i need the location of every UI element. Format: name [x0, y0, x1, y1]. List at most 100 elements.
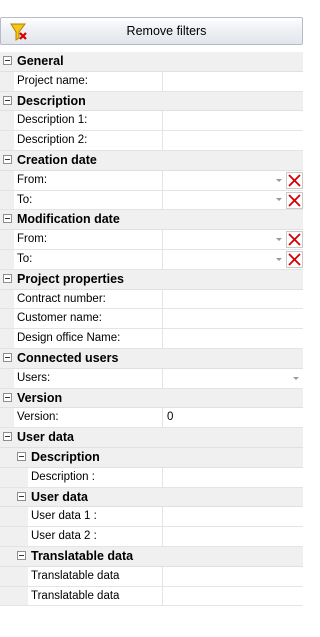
property-row-description-2[interactable]: Description 2: [0, 131, 303, 151]
collapse-toggle-icon[interactable] [17, 550, 26, 560]
user-description-field[interactable] [162, 467, 303, 487]
category-title: Version [17, 390, 63, 405]
property-label: Translatable data [31, 569, 120, 582]
version-field[interactable]: 0 [162, 408, 303, 428]
user-data-1-field[interactable] [162, 507, 303, 527]
property-label: Project name: [17, 74, 88, 87]
property-row-design-office-name[interactable]: Design office Name: [0, 329, 303, 349]
subcategory-translatable-data[interactable]: Translatable data [0, 546, 303, 567]
category-connected-users[interactable]: Connected users [0, 348, 303, 369]
category-title: Modification date [17, 212, 120, 227]
collapse-toggle-icon[interactable] [3, 56, 12, 65]
translatable-data-2-field[interactable] [162, 586, 303, 606]
collapse-toggle-icon[interactable] [3, 214, 12, 224]
clear-modification-to-button[interactable] [286, 250, 303, 268]
collapse-toggle-icon[interactable] [3, 352, 12, 362]
property-row-user-data-2[interactable]: User data 2 : [0, 527, 303, 547]
user-data-2-field[interactable] [162, 527, 303, 546]
modification-to-date-field[interactable] [162, 249, 286, 269]
description-1-field[interactable] [162, 111, 303, 131]
property-label: From: [17, 173, 48, 186]
property-label: To: [17, 193, 33, 206]
category-description[interactable]: Description [0, 91, 303, 112]
close-icon [288, 193, 301, 207]
creation-to-date-field[interactable] [162, 190, 286, 210]
property-label: Users: [17, 371, 51, 384]
category-title: Translatable data [31, 548, 134, 563]
property-row-modification-from[interactable]: From: [0, 230, 303, 250]
close-icon [288, 233, 301, 246]
users-dropdown[interactable] [162, 368, 303, 388]
category-title: General [17, 54, 64, 68]
property-row-user-data-1[interactable]: User data 1 : [0, 507, 303, 528]
category-general[interactable]: General [0, 52, 303, 72]
clear-modification-from-button[interactable] [286, 231, 303, 249]
category-title: User data [31, 489, 88, 504]
collapse-toggle-icon[interactable] [3, 95, 12, 105]
property-row-translatable-2[interactable]: Translatable data [0, 586, 303, 607]
chevron-down-icon[interactable] [272, 230, 286, 249]
collapse-toggle-icon[interactable] [3, 392, 12, 402]
translatable-data-1-field[interactable] [162, 566, 303, 586]
property-row-customer-name[interactable]: Customer name: [0, 309, 303, 330]
category-title: User data [17, 430, 74, 445]
project-name-field[interactable] [162, 71, 303, 91]
collapse-toggle-icon[interactable] [3, 154, 12, 164]
close-icon [288, 174, 301, 187]
property-row-project-name[interactable]: Project name: [0, 71, 303, 92]
property-label: Customer name: [17, 312, 103, 325]
property-label: To: [17, 252, 33, 265]
collapse-toggle-icon[interactable] [17, 491, 26, 501]
filter-panel: Remove filters General Project name: Des… [0, 0, 303, 637]
property-label: Description : [31, 470, 95, 483]
property-label: User data 2 : [31, 530, 97, 543]
close-icon [288, 253, 301, 266]
category-title: Creation date [17, 152, 97, 167]
property-row-user-description[interactable]: Description : [0, 467, 303, 488]
description-2-field[interactable] [162, 131, 303, 150]
subcategory-description[interactable]: Description [0, 447, 303, 468]
property-label: Design office Name: [17, 332, 121, 345]
clear-creation-from-button[interactable] [286, 171, 303, 189]
property-label: From: [17, 233, 48, 246]
category-user-data[interactable]: User data [0, 428, 303, 448]
collapse-toggle-icon[interactable] [17, 451, 26, 461]
chevron-down-icon[interactable] [272, 191, 286, 210]
collapse-toggle-icon[interactable] [3, 273, 12, 283]
collapse-toggle-icon[interactable] [3, 432, 12, 442]
remove-filters-button[interactable]: Remove filters [0, 17, 303, 45]
property-label: Description 2: [17, 134, 88, 147]
category-modification-date[interactable]: Modification date [0, 210, 303, 231]
subcategory-user-data[interactable]: User data [0, 487, 303, 508]
property-label: Translatable data [31, 589, 120, 602]
property-label: Contract number: [17, 292, 106, 305]
property-row-contract-number[interactable]: Contract number: [0, 289, 303, 310]
category-title: Connected users [17, 350, 119, 365]
category-project-properties[interactable]: Project properties [0, 269, 303, 290]
property-row-creation-to[interactable]: To: [0, 190, 303, 211]
property-grid: General Project name: Description Descri… [0, 52, 303, 607]
chevron-down-icon[interactable] [272, 250, 286, 269]
category-version[interactable]: Version [0, 388, 303, 409]
customer-name-field[interactable] [162, 309, 303, 329]
chevron-down-icon[interactable] [289, 369, 303, 388]
property-row-modification-to[interactable]: To: [0, 249, 303, 270]
property-row-translatable-1[interactable]: Translatable data [0, 566, 303, 587]
category-creation-date[interactable]: Creation date [0, 150, 303, 171]
property-row-creation-from[interactable]: From: [0, 170, 303, 191]
creation-from-date-field[interactable] [162, 170, 286, 190]
contract-number-field[interactable] [162, 289, 303, 309]
category-title: Project properties [17, 271, 124, 286]
property-row-version[interactable]: Version: 0 [0, 408, 303, 429]
chevron-down-icon[interactable] [272, 171, 286, 190]
category-title: Description [31, 449, 100, 464]
property-label: User data 1 : [31, 510, 97, 523]
design-office-name-field[interactable] [162, 329, 303, 348]
property-label: Description 1: [17, 114, 88, 127]
remove-filters-label: Remove filters [126, 24, 207, 38]
property-label: Version: [17, 411, 59, 424]
modification-from-date-field[interactable] [162, 230, 286, 249]
property-row-users[interactable]: Users: [0, 368, 303, 389]
clear-creation-to-button[interactable] [286, 191, 303, 209]
property-row-description-1[interactable]: Description 1: [0, 111, 303, 132]
